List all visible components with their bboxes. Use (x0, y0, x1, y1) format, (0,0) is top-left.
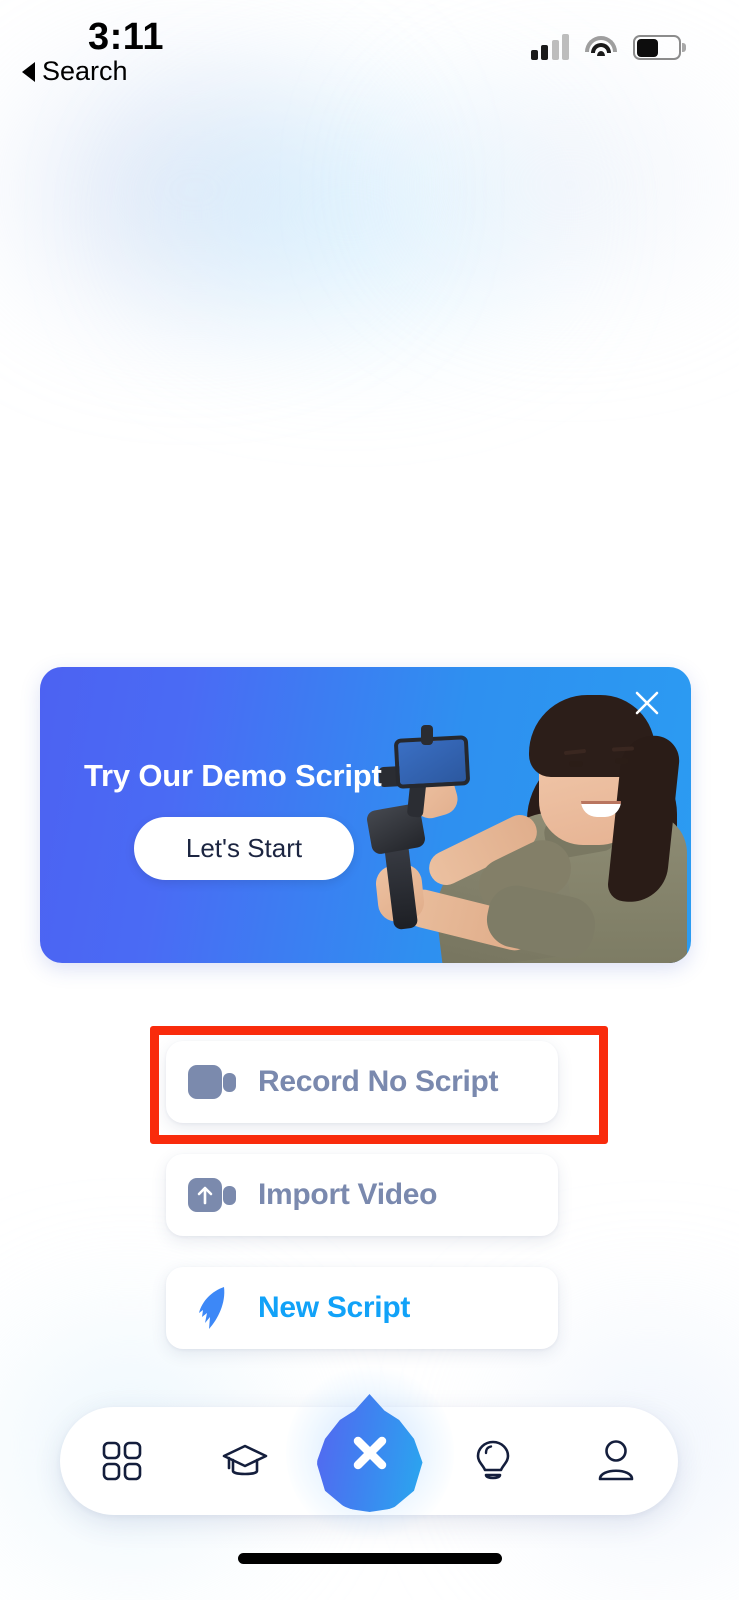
create-fab-button[interactable] (285, 1365, 454, 1541)
nav-item-profile[interactable] (568, 1413, 664, 1509)
new-script-button[interactable]: New Script (166, 1267, 558, 1349)
lightbulb-icon (473, 1438, 513, 1484)
nav-item-learn[interactable] (197, 1413, 293, 1509)
grid-squares-icon (101, 1440, 143, 1482)
status-indicators (530, 28, 686, 60)
close-x-icon[interactable] (625, 681, 669, 725)
graduation-cap-icon (221, 1440, 269, 1482)
background-blob (170, 120, 530, 310)
promo-title: Try Our Demo Script (84, 758, 382, 793)
video-camera-upload-icon (166, 1178, 258, 1212)
cellular-bars-icon (530, 34, 569, 60)
status-time: 3:11 (88, 16, 164, 58)
background-blob (30, 90, 360, 290)
background-blob (420, 100, 720, 270)
lets-start-button[interactable]: Let's Start (134, 817, 354, 880)
wifi-icon (585, 36, 617, 60)
import-video-button[interactable]: Import Video (166, 1154, 558, 1236)
nav-item-dashboard[interactable] (74, 1413, 170, 1509)
back-to-search-link[interactable]: Search (22, 56, 128, 87)
home-indicator (237, 1553, 502, 1564)
battery-icon (633, 35, 686, 60)
video-camera-icon (166, 1065, 258, 1099)
droplet-x-icon (316, 1394, 423, 1512)
action-label: Import Video (258, 1178, 438, 1211)
phone-screen: 3:11 Search Try Our Demo Script Let's St… (0, 0, 739, 1600)
record-no-script-button[interactable]: Record No Script (166, 1041, 558, 1123)
nav-item-tips[interactable] (445, 1413, 541, 1509)
feather-quill-icon (166, 1283, 258, 1333)
person-icon (595, 1438, 637, 1484)
demo-script-promo-banner[interactable]: Try Our Demo Script Let's Start (40, 667, 691, 963)
action-label: New Script (258, 1291, 411, 1324)
action-label: Record No Script (258, 1065, 499, 1098)
status-bar: 3:11 Search (0, 0, 739, 96)
back-link-label: Search (42, 56, 128, 86)
triangle-left-icon (22, 61, 35, 82)
